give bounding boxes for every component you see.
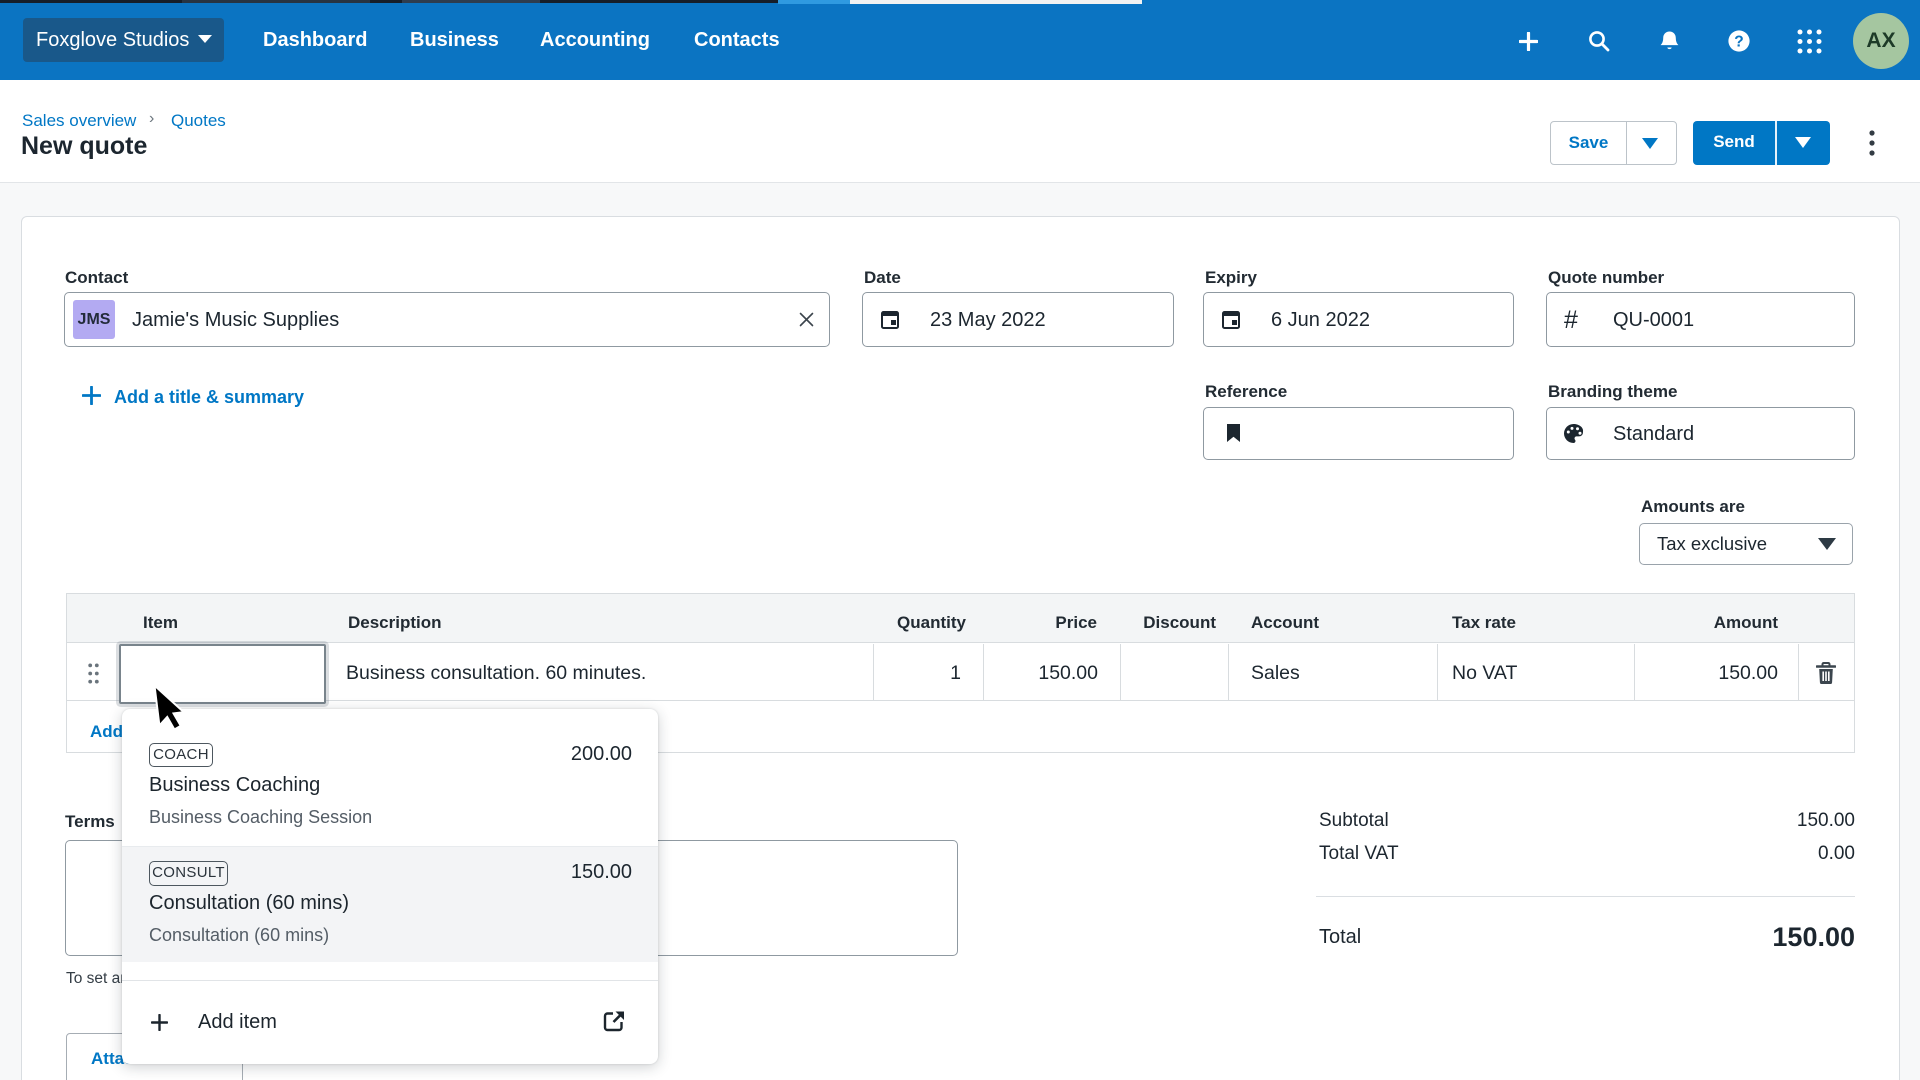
- svg-text:?: ?: [1734, 33, 1743, 50]
